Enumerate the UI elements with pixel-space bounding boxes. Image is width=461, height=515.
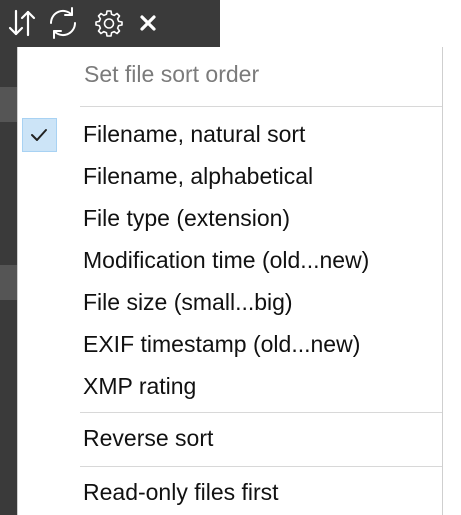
sort-menu: Set file sort order Filename, natural so… (17, 47, 443, 515)
sort-arrows-icon (8, 9, 36, 37)
panel-band (0, 265, 17, 300)
refresh-icon (49, 7, 77, 39)
menu-item-readonly-first[interactable]: Read-only files first (18, 476, 442, 512)
menu-item-label: Filename, alphabetical (83, 163, 314, 189)
menu-separator (80, 106, 442, 107)
left-panel-edge (0, 47, 17, 515)
menu-item-label: EXIF timestamp (old...new) (83, 331, 361, 357)
menu-item-filename-natural[interactable]: Filename, natural sort (18, 118, 442, 154)
sort-button[interactable] (2, 4, 42, 42)
menu-separator (80, 466, 442, 467)
checkmark-icon (31, 129, 47, 141)
settings-button[interactable] (89, 4, 129, 42)
menu-item-modification-time[interactable]: Modification time (old...new) (18, 244, 442, 280)
menu-separator (80, 412, 442, 413)
panel-band (0, 87, 17, 122)
menu-item-label: Read-only files first (83, 479, 279, 505)
menu-item-label: Filename, natural sort (83, 121, 306, 147)
gear-icon (95, 10, 123, 37)
toolbar (0, 0, 220, 47)
menu-item-reverse-sort[interactable]: Reverse sort (18, 422, 442, 458)
menu-item-label: File type (extension) (83, 205, 291, 231)
menu-item-label: Reverse sort (83, 425, 214, 451)
menu-header: Set file sort order (84, 61, 260, 87)
menu-item-file-type[interactable]: File type (extension) (18, 202, 442, 238)
menu-item-label: XMP rating (83, 373, 197, 399)
menu-item-label: File size (small...big) (83, 289, 293, 315)
close-button[interactable] (128, 4, 168, 42)
menu-item-filename-alphabetical[interactable]: Filename, alphabetical (18, 160, 442, 196)
menu-item-file-size[interactable]: File size (small...big) (18, 286, 442, 322)
menu-item-xmp-rating[interactable]: XMP rating (18, 370, 442, 406)
menu-item-exif-timestamp[interactable]: EXIF timestamp (old...new) (18, 328, 442, 364)
refresh-button[interactable] (43, 4, 83, 42)
close-icon (140, 15, 156, 31)
menu-item-label: Modification time (old...new) (83, 247, 370, 273)
background-area (220, 0, 461, 47)
